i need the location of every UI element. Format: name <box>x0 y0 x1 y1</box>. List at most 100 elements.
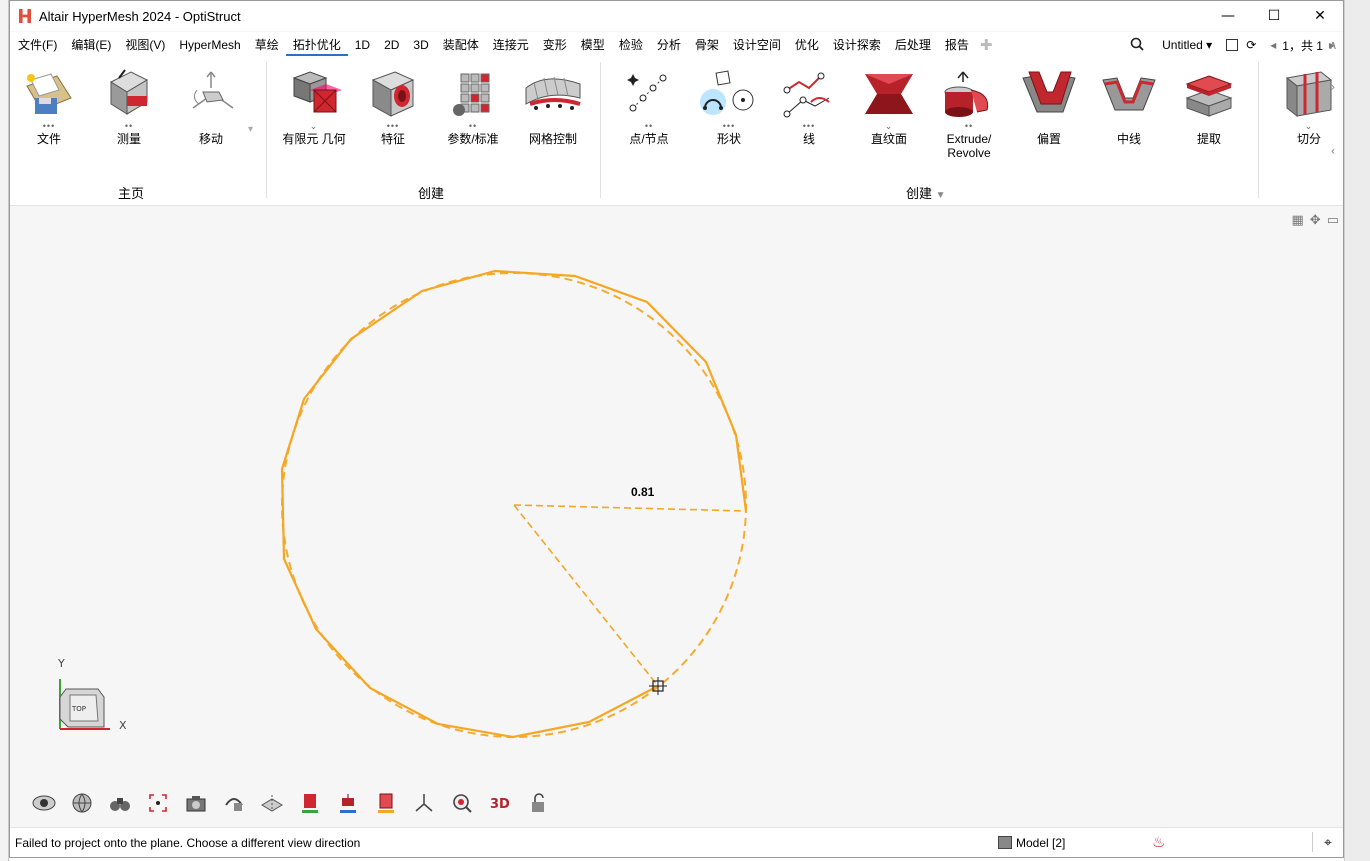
shape-circle-icon <box>698 66 760 122</box>
tool-file[interactable]: ••• 文件 <box>10 66 88 147</box>
flame-icon[interactable]: ♨ <box>1152 833 1165 851</box>
menu-1d[interactable]: 1D <box>348 34 377 56</box>
menu-optimize[interactable]: 优化 <box>788 34 826 56</box>
offset-icon <box>1018 66 1080 122</box>
zoom-icon[interactable] <box>448 789 475 816</box>
sync-icon[interactable]: ⟳ <box>1246 38 1256 52</box>
contour-plot-icon[interactable] <box>334 789 361 816</box>
tool-parameter-standard[interactable]: •• 参数/标准 <box>434 66 512 147</box>
tool-extract-label: 提取 <box>1196 132 1221 146</box>
midline-icon <box>1098 66 1160 122</box>
add-ribbon-plus-icon[interactable]: ✚ <box>980 36 993 54</box>
axis-triad <box>59 679 110 730</box>
tool-line[interactable]: ••• 线 <box>770 66 848 147</box>
menu-skeleton[interactable]: 骨架 <box>688 34 726 56</box>
checkbox-icon[interactable] <box>1226 39 1239 51</box>
menu-topology-optimization[interactable]: 拓扑优化 <box>285 34 348 56</box>
menu-3d[interactable]: 3D <box>406 34 435 56</box>
tool-fe-geometry[interactable]: ⌄ 有限元 几何 <box>274 66 354 147</box>
tool-shape[interactable]: ••• 形状 <box>690 66 768 147</box>
crosshair-cursor-icon <box>649 677 667 695</box>
tool-extrude-revolve-label: Extrude/Revolve <box>946 132 992 160</box>
feature-hole-icon <box>362 66 424 122</box>
binoculars-icon[interactable] <box>106 789 133 816</box>
menu-report[interactable]: 报告 <box>938 34 976 56</box>
ribbon-scroll-left-icon[interactable]: ‹ <box>1331 144 1336 158</box>
menu-hypermesh[interactable]: HyperMesh <box>172 34 247 56</box>
menu-analysis[interactable]: 分析 <box>650 34 688 56</box>
session-dropdown[interactable]: Untitled ▾ <box>1162 38 1212 52</box>
ribbon-separator <box>266 62 267 198</box>
ribbon-scroll-strip: ∧ › ‹ <box>1323 32 1343 202</box>
hypermesh-logo-icon <box>19 9 31 23</box>
menu-edit[interactable]: 编辑(E) <box>64 34 118 56</box>
tool-ruled-surface-label: 直纹面 <box>870 132 907 146</box>
menu-model[interactable]: 模型 <box>574 34 612 56</box>
scroll-up-icon[interactable]: ∧ <box>1329 38 1338 52</box>
tool-move[interactable]: 移动 <box>172 66 250 147</box>
tool-options-dots: •• <box>124 121 134 131</box>
move-icon <box>180 66 242 122</box>
menu-file[interactable]: 文件(F) <box>11 34 64 56</box>
tool-measure[interactable]: •• 测量 <box>90 66 168 147</box>
view-toolbar: 3D <box>30 789 551 816</box>
menu-sketch[interactable]: 草绘 <box>248 34 286 56</box>
app-window: Altair HyperMesh 2024 - OptiStruct — ☐ ✕… <box>9 0 1344 858</box>
fe-geometry-cube-icon <box>283 66 345 122</box>
menu-validate[interactable]: 检验 <box>612 34 650 56</box>
menu-design-space[interactable]: 设计空间 <box>726 34 788 56</box>
model-label[interactable]: Model [2] <box>1016 836 1065 850</box>
tool-mesh-control[interactable]: 网格控制 <box>514 66 592 147</box>
search-icon[interactable] <box>1130 37 1144 54</box>
menu-design-explore[interactable]: 设计探索 <box>826 34 888 56</box>
maximize-button[interactable]: ☐ <box>1251 1 1297 31</box>
globe-icon[interactable] <box>68 789 95 816</box>
ribbon-scroll-right-icon[interactable]: › <box>1331 80 1336 94</box>
tool-extract[interactable]: 提取 <box>1170 66 1248 147</box>
tool-options-dots: •• <box>964 121 974 131</box>
menu-2d[interactable]: 2D <box>377 34 406 56</box>
ribbon: ••• 文件 •• 测量 移动 ▾ 主页 ⌄ 有限元 几何 ••• 特征 •• … <box>10 58 1343 206</box>
menu-connectors[interactable]: 连接元 <box>486 34 536 56</box>
tool-feature[interactable]: ••• 特征 <box>354 66 432 147</box>
camera-icon[interactable] <box>182 789 209 816</box>
axis-x-label: X <box>119 719 127 732</box>
group-expand-icon[interactable]: ▾ <box>248 124 253 135</box>
crosshair-target-icon[interactable]: ⌖ <box>1324 834 1332 851</box>
menu-bar: 文件(F) 编辑(E) 视图(V) HyperMesh 草绘 拓扑优化 1D 2… <box>10 32 1343 58</box>
extract-icon <box>1178 66 1240 122</box>
viewcube-label[interactable]: TOP <box>72 705 86 713</box>
tool-offset-label: 偏置 <box>1036 132 1061 146</box>
rotate-view-icon[interactable] <box>220 789 247 816</box>
menu-post[interactable]: 后处理 <box>888 34 938 56</box>
3d-view-icon[interactable]: 3D <box>486 789 513 816</box>
tool-ruled-surface[interactable]: ⌄ 直纹面 <box>850 66 928 147</box>
page-prev-icon[interactable]: ◂ <box>1270 38 1276 52</box>
triad-icon[interactable] <box>410 789 437 816</box>
tool-options-dots: •• <box>468 121 478 131</box>
close-button[interactable]: ✕ <box>1297 1 1343 31</box>
menu-view[interactable]: 视图(V) <box>118 34 172 56</box>
results-icon[interactable] <box>372 789 399 816</box>
visualization-eye-icon[interactable] <box>30 789 57 816</box>
background-window-edge <box>0 0 9 861</box>
file-folder-icon <box>18 66 80 122</box>
tool-offset[interactable]: 偏置 <box>1010 66 1088 147</box>
axis-y-label: Y <box>58 657 65 670</box>
section-plane-icon[interactable] <box>258 789 285 816</box>
tool-options-dots: ••• <box>802 121 816 131</box>
tool-point-node[interactable]: •• 点/节点 <box>610 66 688 147</box>
minimize-button[interactable]: — <box>1205 1 1251 31</box>
lock-icon[interactable] <box>524 789 551 816</box>
tool-extrude-revolve[interactable]: •• Extrude/Revolve <box>930 66 1008 160</box>
tool-midline[interactable]: 中线 <box>1090 66 1168 147</box>
status-bar: Failed to project onto the plane. Choose… <box>10 827 1343 857</box>
menu-morph[interactable]: 变形 <box>536 34 574 56</box>
tool-file-label: 文件 <box>36 132 61 146</box>
fit-view-icon[interactable] <box>144 789 171 816</box>
graphics-viewport[interactable]: ▦ ✥ ▭ 0.81 Y X TOP <box>10 207 1343 827</box>
menu-assembly[interactable]: 装配体 <box>436 34 486 56</box>
chevron-down-icon[interactable]: ▼ <box>936 190 946 201</box>
window-title: Altair HyperMesh 2024 - OptiStruct <box>39 8 241 24</box>
contour-red-icon[interactable] <box>296 789 323 816</box>
